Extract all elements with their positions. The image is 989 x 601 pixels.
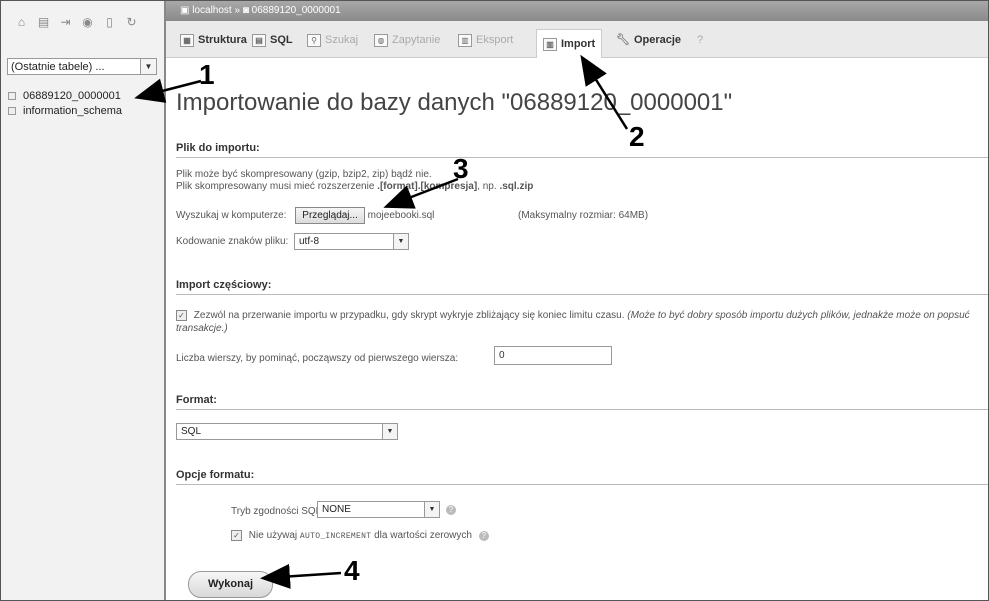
tab-label: SQL: [270, 34, 293, 46]
tab-structure[interactable]: ▦ Struktura: [180, 31, 247, 49]
database-name: 06889120_0000001: [23, 90, 121, 102]
docs-icon[interactable]: ▯: [103, 16, 116, 29]
import-icon: ▥: [543, 37, 557, 51]
tab-label: ?: [697, 34, 704, 46]
recent-tables-value: (Ostatnie tabele) ...: [11, 61, 105, 73]
charset-value: utf-8: [299, 236, 320, 247]
compat-label: Tryb zgodności SQL:: [231, 506, 325, 517]
browse-label: Wyszukaj w komputerze:: [176, 210, 287, 221]
no-auto-suffix: dla wartości zerowych: [374, 530, 472, 542]
reload-icon[interactable]: ↻: [125, 16, 138, 29]
no-auto-code: AUTO_INCREMENT: [299, 532, 372, 542]
extension-example: .sql.zip: [499, 181, 534, 192]
wrench-icon: 🔧︎: [616, 34, 630, 46]
database-item[interactable]: information_schema: [8, 104, 122, 118]
tab-label: Import: [561, 38, 596, 50]
database-icon: [8, 92, 16, 100]
extension-text: Plik skompresowany musi mieć rozszerzeni…: [176, 181, 378, 192]
database-list: 06889120_0000001 information_schema: [8, 89, 122, 119]
search-icon: ⚲: [307, 33, 321, 47]
format-section: Format:: [176, 394, 988, 410]
breadcrumb-separator: »: [234, 5, 241, 16]
breadcrumb: ▣ localhost » ◙ 06889120_0000001: [166, 1, 988, 21]
chevron-down-icon[interactable]: ▼: [424, 502, 439, 517]
help-icon[interactable]: ?: [478, 530, 489, 541]
database-name: information_schema: [23, 105, 123, 117]
tab-label: Struktura: [198, 34, 247, 46]
logout-icon[interactable]: ⇥: [59, 16, 72, 29]
help-icon[interactable]: ◉: [81, 16, 94, 29]
no-auto-prefix: Nie używaj: [248, 530, 298, 542]
compat-value: NONE: [322, 504, 351, 515]
annotation-3: 3: [453, 153, 469, 184]
format-value: SQL: [181, 426, 202, 437]
tab-label: Eksport: [476, 34, 514, 46]
section-heading: Opcje formatu:: [176, 469, 988, 485]
allow-interrupt-label: Zezwól na przerwanie importu w przypadku…: [193, 310, 625, 321]
app-frame: ⌂ ▤ ⇥ ◉ ▯ ↻ (Ostatnie tabele) ... ▼ 0688…: [0, 0, 989, 601]
compression-info: Plik może być skompresowany (gzip, bzip2…: [176, 169, 432, 180]
no-auto-increment-row: ✓ Nie używaj AUTO_INCREMENT dla wartości…: [231, 530, 489, 541]
max-size: (Maksymalny rozmiar: 64MB): [518, 210, 649, 221]
charset-label: Kodowanie znaków pliku:: [176, 236, 289, 247]
format-select[interactable]: SQL ▼: [176, 423, 398, 440]
help-icon[interactable]: ?: [446, 505, 456, 515]
skip-rows-input[interactable]: 0: [494, 346, 612, 365]
allow-interrupt-checkbox[interactable]: ✓: [176, 309, 187, 321]
no-auto-increment-checkbox[interactable]: ✓: [231, 530, 242, 541]
allow-interrupt-row: ✓ Zezwól na przerwanie importu w przypad…: [176, 309, 988, 335]
import-file-section: Plik do importu:: [176, 142, 988, 158]
selected-file-name: mojeebooki.sql: [367, 210, 435, 221]
annotation-1: 1: [199, 59, 215, 90]
section-heading: Import częściowy:: [176, 279, 988, 295]
tab-search[interactable]: ⚲ Szukaj: [307, 31, 358, 49]
format-options-section: Opcje formatu:: [176, 469, 988, 485]
server-icon: ▣: [180, 5, 190, 16]
home-icon[interactable]: ⌂: [15, 16, 28, 29]
recent-tables-select[interactable]: (Ostatnie tabele) ... ▼: [7, 58, 157, 75]
extension-mid: , np.: [477, 181, 500, 192]
chevron-down-icon[interactable]: ▼: [382, 424, 397, 439]
database-item[interactable]: 06889120_0000001: [8, 89, 122, 103]
export-icon: ▥: [458, 33, 472, 47]
navigation-sidebar: ⌂ ▤ ⇥ ◉ ▯ ↻ (Ostatnie tabele) ... ▼ 0688…: [1, 1, 166, 600]
tab-label: Operacje: [633, 34, 682, 46]
arrow-4: [260, 563, 342, 589]
tab-query[interactable]: ◍ Zapytanie: [374, 31, 440, 49]
compat-select[interactable]: NONE ▼: [317, 501, 440, 518]
breadcrumb-database[interactable]: 06889120_0000001: [252, 5, 341, 16]
execute-button[interactable]: Wykonaj: [188, 571, 273, 598]
skip-rows-label: Liczba wierszy, by pominąć, począwszy od…: [176, 353, 459, 364]
browse-row: Wyszukaj w komputerze: Przeglądaj... moj…: [176, 207, 434, 224]
database-icon: ◙: [242, 5, 249, 16]
chevron-down-icon[interactable]: ▼: [393, 234, 408, 249]
annotation-2: 2: [629, 121, 645, 152]
annotation-4: 4: [344, 555, 360, 586]
compression-extension-info: Plik skompresowany musi mieć rozszerzeni…: [176, 181, 533, 192]
structure-icon: ▦: [180, 33, 194, 47]
tab-operations[interactable]: 🔧︎ Operacje: [616, 31, 681, 49]
tab-sql[interactable]: ▤ SQL: [252, 31, 293, 49]
chevron-down-icon[interactable]: ▼: [140, 59, 156, 74]
query-icon: ◍: [374, 33, 388, 47]
tab-help[interactable]: ?: [697, 31, 703, 49]
browse-button[interactable]: Przeglądaj...: [295, 207, 365, 224]
database-icon: [8, 107, 16, 115]
partial-import-section: Import częściowy:: [176, 279, 988, 295]
section-heading: Plik do importu:: [176, 142, 988, 158]
tab-import[interactable]: ▥ Import: [536, 29, 603, 58]
page-title: Importowanie do bazy danych "06889120_00…: [176, 89, 733, 116]
sql-window-icon[interactable]: ▤: [37, 16, 50, 29]
breadcrumb-server[interactable]: localhost: [192, 5, 231, 16]
sql-icon: ▤: [252, 33, 266, 47]
tab-bar: ▦ Struktura ▤ SQL ⚲ Szukaj ◍ Zapytanie ▥…: [166, 21, 988, 58]
sidebar-icon-bar: ⌂ ▤ ⇥ ◉ ▯ ↻: [15, 16, 138, 29]
tab-export[interactable]: ▥ Eksport: [458, 31, 513, 49]
section-heading: Format:: [176, 394, 988, 410]
charset-select[interactable]: utf-8 ▼: [294, 233, 409, 250]
tab-label: Zapytanie: [392, 34, 441, 46]
tab-label: Szukaj: [325, 34, 359, 46]
